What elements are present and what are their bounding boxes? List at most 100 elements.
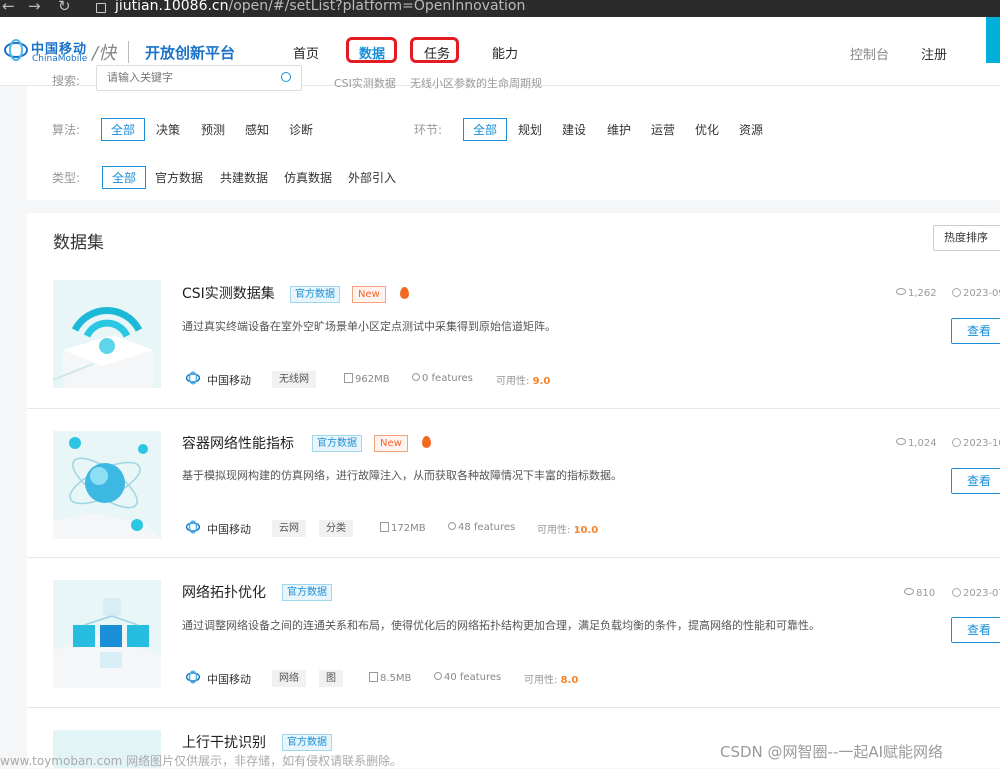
view-button[interactable]: 查看 bbox=[951, 617, 1000, 643]
atom-illustration-icon bbox=[53, 431, 161, 539]
filter-algorithm-decision[interactable]: 决策 bbox=[156, 121, 180, 138]
china-mobile-org-icon bbox=[186, 371, 200, 385]
official-data-tag: 官方数据 bbox=[282, 584, 332, 601]
file-icon bbox=[380, 522, 389, 532]
filter-stage-maintain[interactable]: 维护 bbox=[607, 121, 631, 138]
views-text: 810 bbox=[916, 588, 936, 599]
date-text: 2023-09 bbox=[963, 288, 1000, 299]
dataset-features-text: 48 features bbox=[458, 522, 516, 533]
lock-icon bbox=[96, 3, 106, 13]
address-bar[interactable]: jiutian.10086.cn/open/#/setList?platform… bbox=[115, 0, 525, 14]
filter-algorithm-all[interactable]: 全部 bbox=[101, 118, 146, 141]
nav-tasks[interactable]: 任务 bbox=[424, 43, 450, 62]
cubes-illustration-icon bbox=[53, 580, 161, 688]
filter-type-external[interactable]: 外部引入 bbox=[348, 169, 396, 186]
dataset-availability: 可用性: 10.0 bbox=[537, 521, 598, 536]
fire-icon bbox=[422, 436, 431, 448]
views-text: 1,024 bbox=[908, 438, 937, 449]
dataset-title[interactable]: 网络拓扑优化 bbox=[182, 582, 266, 602]
search-suggestion-1[interactable]: CSI实测数据 bbox=[334, 75, 396, 91]
date-text: 2023-07 bbox=[963, 588, 1000, 599]
file-icon bbox=[344, 373, 353, 383]
platform-title[interactable]: 开放创新平台 bbox=[145, 42, 235, 63]
views-text: 1,262 bbox=[908, 288, 937, 299]
dataset-size: 8.5MB bbox=[369, 672, 411, 684]
logo-text-en: ChinaMobile bbox=[32, 54, 88, 64]
sort-dropdown[interactable]: 热度排序 bbox=[933, 225, 1000, 251]
eye-icon bbox=[896, 438, 906, 445]
dataset-org: 中国移动 bbox=[207, 523, 251, 536]
dataset-org: 中国移动 bbox=[207, 673, 251, 686]
filter-stage-resource[interactable]: 资源 bbox=[739, 121, 763, 138]
nav-home[interactable]: 首页 bbox=[293, 43, 319, 62]
eye-icon bbox=[904, 588, 914, 595]
wifi-illustration-icon bbox=[53, 280, 161, 388]
row-divider bbox=[27, 408, 1000, 409]
dataset-title[interactable]: CSI实测数据集 bbox=[182, 283, 275, 303]
filter-algorithm-perception[interactable]: 感知 bbox=[245, 121, 269, 138]
new-badge: New bbox=[374, 435, 408, 452]
clock-icon bbox=[952, 588, 961, 597]
filter-algorithm-diagnosis[interactable]: 诊断 bbox=[289, 121, 313, 138]
dataset-features: 40 features bbox=[434, 672, 501, 683]
dataset-tag: 无线网 bbox=[272, 371, 316, 388]
clock-icon bbox=[952, 438, 961, 447]
search-icon[interactable] bbox=[281, 72, 291, 82]
filter-stage-label: 环节: bbox=[414, 123, 443, 137]
filter-type-simulated[interactable]: 仿真数据 bbox=[284, 169, 332, 186]
back-arrow-icon[interactable]: ← bbox=[2, 0, 15, 15]
search-label: 搜索: bbox=[52, 74, 81, 88]
filter-algorithm-predict[interactable]: 预测 bbox=[201, 121, 225, 138]
register-link[interactable]: 注册 bbox=[921, 44, 947, 63]
watermark-left: www.toymoban.com 网络图片仅供展示，非存储，如有侵权请联系删除。 bbox=[0, 754, 403, 768]
share-icon bbox=[448, 522, 456, 530]
china-mobile-logo-icon[interactable] bbox=[4, 38, 28, 62]
dataset-title[interactable]: 上行干扰识别 bbox=[182, 732, 266, 752]
console-link[interactable]: 控制台 bbox=[850, 44, 889, 63]
dataset-availability: 可用性: 9.0 bbox=[496, 372, 550, 387]
availability-label: 可用性: bbox=[524, 675, 558, 686]
filter-stage-all[interactable]: 全部 bbox=[463, 118, 508, 141]
dataset-thumbnail[interactable] bbox=[53, 580, 161, 688]
login-button-edge[interactable] bbox=[986, 17, 1000, 63]
filter-type-all[interactable]: 全部 bbox=[102, 166, 147, 189]
dataset-size-text: 172MB bbox=[391, 523, 426, 534]
availability-label: 可用性: bbox=[496, 376, 530, 387]
nav-data[interactable]: 数据 bbox=[359, 43, 385, 62]
dataset-title[interactable]: 容器网络性能指标 bbox=[182, 433, 294, 453]
filter-stage-plan[interactable]: 规划 bbox=[518, 121, 542, 138]
availability-value: 10.0 bbox=[573, 525, 599, 536]
section-title: 数据集 bbox=[53, 233, 104, 253]
forward-arrow-icon[interactable]: → bbox=[28, 0, 41, 15]
row-divider bbox=[27, 557, 1000, 558]
filter-type-cobuilt[interactable]: 共建数据 bbox=[220, 169, 268, 186]
dataset-tag: 网络 bbox=[272, 670, 306, 687]
search-input[interactable] bbox=[105, 70, 279, 85]
nav-capability[interactable]: 能力 bbox=[492, 43, 518, 62]
dataset-org: 中国移动 bbox=[207, 374, 251, 387]
dataset-size: 172MB bbox=[380, 522, 426, 534]
logo-slogan: /快 bbox=[92, 43, 117, 64]
china-mobile-org-icon bbox=[186, 520, 200, 534]
dataset-views: 1,024 bbox=[896, 438, 937, 449]
dataset-thumbnail[interactable] bbox=[53, 280, 161, 388]
reload-icon[interactable]: ↻ bbox=[58, 0, 71, 15]
availability-value: 8.0 bbox=[560, 675, 579, 686]
dataset-tag: 图 bbox=[319, 670, 343, 687]
dataset-features: 0 features bbox=[412, 373, 473, 384]
filter-stage-build[interactable]: 建设 bbox=[562, 121, 586, 138]
new-badge: New bbox=[352, 286, 386, 303]
dataset-date: 2023-10 bbox=[952, 438, 1000, 449]
filter-type-official[interactable]: 官方数据 bbox=[155, 169, 203, 186]
search-box[interactable] bbox=[96, 65, 302, 91]
search-suggestion-2[interactable]: 无线小区参数的生命周期规 bbox=[410, 75, 542, 91]
eye-icon bbox=[896, 288, 906, 295]
view-button[interactable]: 查看 bbox=[951, 318, 1000, 344]
view-button[interactable]: 查看 bbox=[951, 468, 1000, 494]
dataset-availability: 可用性: 8.0 bbox=[524, 671, 578, 686]
clock-icon bbox=[952, 288, 961, 297]
filter-stage-optimize[interactable]: 优化 bbox=[695, 121, 719, 138]
filter-stage-operate[interactable]: 运营 bbox=[651, 121, 675, 138]
dataset-size-text: 962MB bbox=[355, 374, 390, 385]
dataset-thumbnail[interactable] bbox=[53, 431, 161, 539]
